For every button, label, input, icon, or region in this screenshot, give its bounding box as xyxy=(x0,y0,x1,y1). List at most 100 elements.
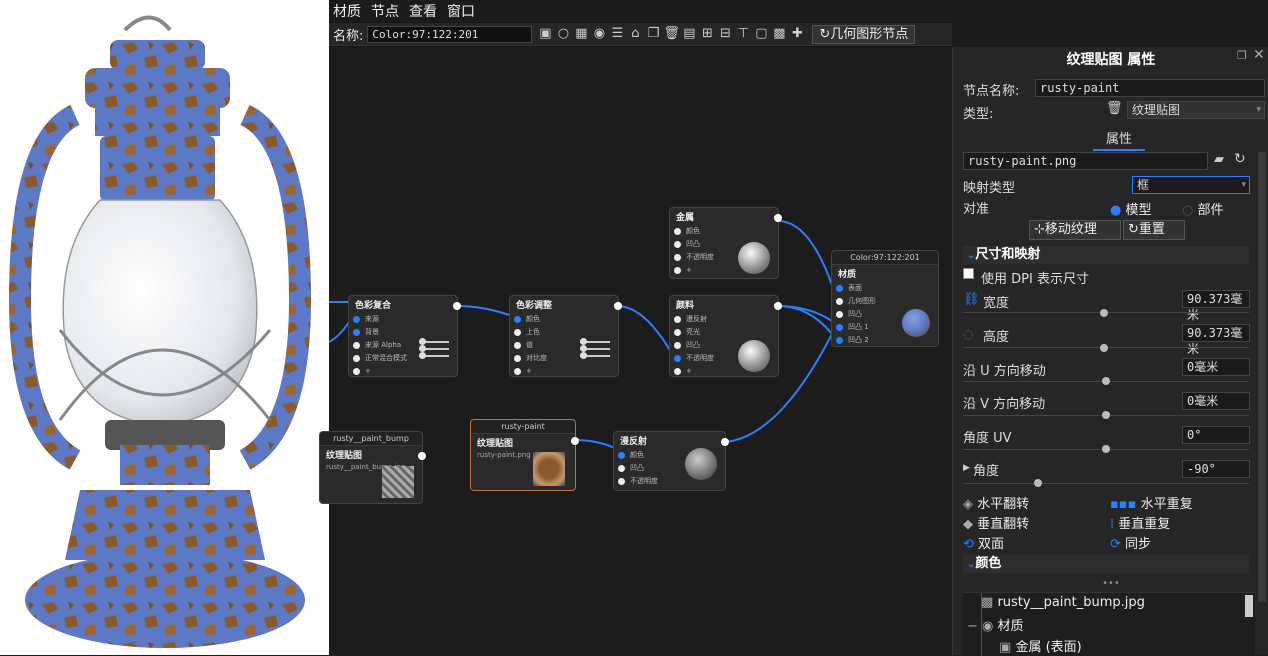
width-field[interactable]: 90.373毫米 xyxy=(1182,290,1250,322)
trash-icon[interactable]: 🗑 xyxy=(1106,101,1123,116)
node-metal[interactable]: 金属 颜色 凹凸 不透明度 + xyxy=(669,207,782,279)
geometry-node-label: 几何图形节点 xyxy=(830,26,909,42)
splitter-handle[interactable]: ••• xyxy=(953,578,1268,589)
output-port[interactable] xyxy=(418,452,426,460)
reset-label: 重置 xyxy=(1138,222,1165,237)
copy-icon[interactable]: ❐ xyxy=(645,26,661,42)
repeat-v-label: 垂直重复 xyxy=(1118,517,1171,532)
u-move-field[interactable]: 0毫米 xyxy=(1182,358,1250,376)
node-color-mix[interactable]: 色彩复合 来源 背景 来源 Alpha 正常混合模式 + xyxy=(348,295,461,378)
checker-icon[interactable]: ▦ xyxy=(573,26,589,42)
tree-scrollbar[interactable] xyxy=(1245,595,1253,617)
name-input[interactable] xyxy=(367,25,533,43)
node-rust-texture[interactable]: rusty-paint 纹理贴图 rusty-paint.png xyxy=(470,419,579,491)
output-port[interactable] xyxy=(774,214,782,222)
port[interactable]: + xyxy=(510,365,618,378)
mapping-type-select[interactable]: 框 ▾ xyxy=(1132,176,1250,194)
menu-material[interactable]: 材质 xyxy=(333,1,361,21)
menu-view[interactable]: 查看 xyxy=(409,1,437,21)
tree-icon[interactable]: ⊤ xyxy=(735,26,751,42)
tree-item-bump[interactable]: ▩ rusty__paint_bump.jpg xyxy=(981,595,1145,610)
node-paint[interactable]: 颜料 漫反射 亮光 凹凸 不透明度 + xyxy=(669,295,782,377)
folder-icon[interactable]: ▰ xyxy=(1214,152,1224,167)
node-canvas[interactable]: 金属 颜色 凹凸 不透明度 + 色彩复合 来源 背景 来源 Alpha 正常混合… xyxy=(319,47,952,655)
angle-slider[interactable] xyxy=(963,483,1249,484)
port[interactable]: 颜色 xyxy=(510,313,618,326)
link-icon[interactable]: ⛓ xyxy=(963,292,980,307)
texture-file-field[interactable]: rusty-paint.png xyxy=(963,152,1208,170)
port[interactable]: 凹凸 2 xyxy=(832,334,938,347)
slider-knob[interactable] xyxy=(1102,377,1110,385)
viewport[interactable] xyxy=(0,0,329,655)
section-size-mapping[interactable]: ⌄尺寸和映射 xyxy=(963,246,1249,264)
output-port[interactable] xyxy=(453,302,461,310)
material-preview xyxy=(902,309,930,337)
target-icon[interactable]: ◉ xyxy=(591,26,607,42)
sphere-icon[interactable]: ○ xyxy=(555,26,571,42)
scrollbar[interactable] xyxy=(1258,152,1266,602)
restore-icon[interactable]: ❐ xyxy=(1237,49,1247,62)
v-move-label: 沿 V 方向移动 xyxy=(963,397,1046,412)
slider-knob[interactable] xyxy=(1100,344,1108,352)
node-diffuse[interactable]: 漫反射 颜色 凹凸 不透明度 xyxy=(613,431,729,491)
sliders-icon[interactable]: ☰ xyxy=(609,26,625,42)
save-icon[interactable]: ▣ xyxy=(537,26,553,42)
slider-knob[interactable] xyxy=(1034,479,1042,487)
node-color-adjust[interactable]: 色彩调整 颜色 上色 值 对比度 + xyxy=(509,295,622,378)
slider-knob[interactable] xyxy=(1102,445,1110,453)
node-name-field[interactable]: rusty-paint xyxy=(1035,79,1265,97)
double-sided-toggle[interactable]: ⟲ 双面 xyxy=(963,533,1004,552)
port[interactable]: 表面 xyxy=(832,282,938,295)
flip-v-toggle[interactable]: ◆ 垂直翻转 xyxy=(963,513,1029,532)
menu-window[interactable]: 窗口 xyxy=(447,1,475,21)
port[interactable]: 几何图形 xyxy=(832,295,938,308)
port[interactable]: + xyxy=(349,365,457,378)
expand-icon[interactable]: ▶ xyxy=(963,463,970,473)
node-title: 颜料 xyxy=(676,301,695,311)
repeat-v-toggle[interactable]: ⁞ 垂直重复 xyxy=(1110,513,1170,532)
radio-part[interactable]: ○ 部件 xyxy=(1182,199,1224,218)
radio-model[interactable]: ● 模型 xyxy=(1110,199,1152,218)
frame-icon[interactable]: ▢ xyxy=(753,26,769,42)
port[interactable]: 颜色 xyxy=(670,225,778,238)
port[interactable]: 漫反射 xyxy=(670,313,778,326)
node-bump-texture[interactable]: rusty__paint_bump 纹理贴图 rusty__paint_bump… xyxy=(319,431,426,504)
port[interactable]: 亮光 xyxy=(670,326,778,339)
repeat-h-toggle[interactable]: ▪▪▪ 水平重复 xyxy=(1110,493,1193,512)
grid-icon[interactable]: ⊞ xyxy=(699,26,715,42)
geometry-node-button[interactable]: ↻几何图形节点 xyxy=(812,24,916,44)
section-color[interactable]: ⌄颜色 xyxy=(963,555,1249,573)
layout-icon[interactable]: ▤ xyxy=(681,26,697,42)
refresh-icon: ↻ xyxy=(819,26,831,42)
port[interactable]: 来源 xyxy=(349,313,457,326)
output-port[interactable] xyxy=(614,302,622,310)
dpi-checkbox[interactable] xyxy=(963,268,974,279)
tab-properties[interactable]: 属性 xyxy=(1093,128,1145,151)
close-icon[interactable]: ✕ xyxy=(1253,47,1265,63)
tree-item-material[interactable]: − ◉ 材质 xyxy=(967,615,1024,634)
flip-h-toggle[interactable]: ◈ 水平翻转 xyxy=(963,493,1029,512)
unlink-icon[interactable]: ◌ xyxy=(963,327,973,341)
image-icon[interactable]: ▩ xyxy=(771,26,787,42)
output-port[interactable] xyxy=(774,302,782,310)
lock-icon[interactable]: ⌂ xyxy=(627,26,643,42)
tree-item-metal[interactable]: ▣ 金属 (表面) xyxy=(999,636,1082,655)
reload-icon[interactable]: ↻ xyxy=(1234,151,1246,167)
type-select[interactable]: 纹理贴图 ▾ xyxy=(1127,101,1265,119)
angle-field[interactable]: -90° xyxy=(1182,460,1250,478)
node-material[interactable]: Color:97:122:201 材质 表面 几何图形 凹凸 凹凸 1 凹凸 2 xyxy=(831,250,939,347)
pin-icon[interactable]: ✚ xyxy=(789,26,805,42)
menu-node[interactable]: 节点 xyxy=(371,1,399,21)
move-texture-button[interactable]: ⊹移动纹理 xyxy=(1029,220,1121,240)
sync-toggle[interactable]: ⟳ 同步 xyxy=(1110,533,1151,552)
slider-knob[interactable] xyxy=(1102,411,1110,419)
output-port[interactable] xyxy=(571,437,579,445)
trash-icon[interactable]: 🗑 xyxy=(663,26,680,42)
height-field[interactable]: 90.373毫米 xyxy=(1182,324,1250,356)
align-icon[interactable]: ⊟ xyxy=(717,26,733,42)
slider-knob[interactable] xyxy=(1100,309,1108,317)
v-move-field[interactable]: 0毫米 xyxy=(1182,392,1250,410)
output-port[interactable] xyxy=(721,438,729,446)
reset-button[interactable]: ↻重置 xyxy=(1123,220,1185,240)
angle-uv-field[interactable]: 0° xyxy=(1182,426,1250,444)
